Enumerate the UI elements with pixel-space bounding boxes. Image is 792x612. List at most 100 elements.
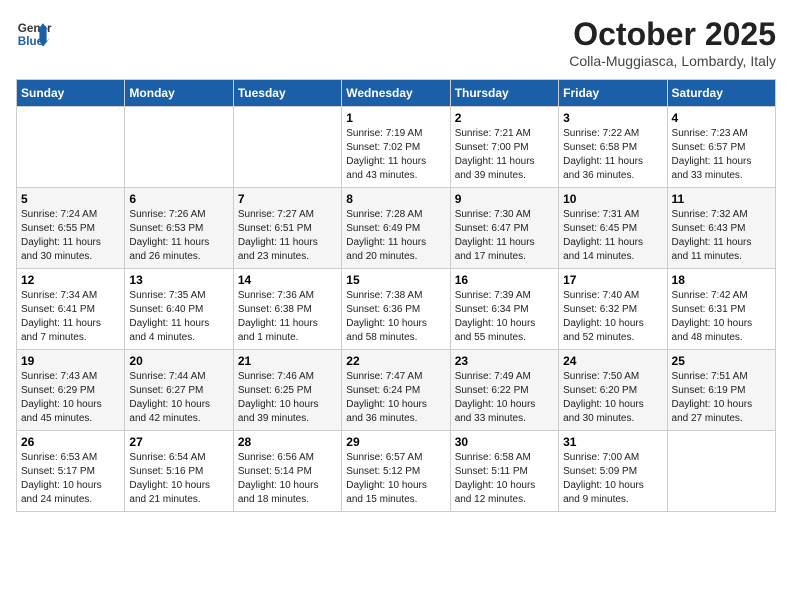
day-info: Sunrise: 7:22 AM Sunset: 6:58 PM Dayligh…	[563, 127, 662, 183]
day-number: 6	[129, 192, 228, 206]
day-info: Sunrise: 7:28 AM Sunset: 6:49 PM Dayligh…	[346, 208, 445, 264]
day-number: 15	[346, 273, 445, 287]
calendar-cell: 20 Sunrise: 7:44 AM Sunset: 6:27 PM Dayli…	[125, 350, 233, 431]
day-number: 22	[346, 354, 445, 368]
weekday-header-cell: Thursday	[450, 80, 558, 107]
day-info: Sunrise: 7:27 AM Sunset: 6:51 PM Dayligh…	[238, 208, 337, 264]
day-info: Sunrise: 7:21 AM Sunset: 7:00 PM Dayligh…	[455, 127, 554, 183]
day-number: 20	[129, 354, 228, 368]
calendar-cell: 26Sunrise: 6:53 AM Sunset: 5:17 PM Dayli…	[17, 431, 125, 512]
calendar-cell	[17, 107, 125, 188]
calendar-table: SundayMondayTuesdayWednesdayThursdayFrid…	[16, 79, 776, 512]
day-info: Sunrise: 7:00 AM Sunset: 5:09 PM Dayligh…	[563, 451, 662, 507]
location: Colla-Muggiasca, Lombardy, Italy	[569, 53, 776, 69]
day-info: Sunrise: 7:36 AM Sunset: 6:38 PM Dayligh…	[238, 289, 337, 345]
calendar-cell: 3Sunrise: 7:22 AM Sunset: 6:58 PM Daylig…	[559, 107, 667, 188]
day-info: Sunrise: 7:24 AM Sunset: 6:55 PM Dayligh…	[21, 208, 120, 264]
day-number: 1	[346, 111, 445, 125]
weekday-header-cell: Tuesday	[233, 80, 341, 107]
weekday-header-row: SundayMondayTuesdayWednesdayThursdayFrid…	[17, 80, 776, 107]
weekday-header-cell: Wednesday	[342, 80, 450, 107]
calendar-cell: 31 Sunrise: 7:00 AM Sunset: 5:09 PM Dayli…	[559, 431, 667, 512]
day-info: Sunrise: 7:34 AM Sunset: 6:41 PM Dayligh…	[21, 289, 120, 345]
day-info: Sunrise: 7:43 AM Sunset: 6:29 PM Dayligh…	[21, 370, 120, 426]
day-info: Sunrise: 7:19 AM Sunset: 7:02 PM Dayligh…	[346, 127, 445, 183]
calendar-cell: 28 Sunrise: 6:56 AM Sunset: 5:14 PM Dayli…	[233, 431, 341, 512]
day-info: Sunrise: 7:32 AM Sunset: 6:43 PM Dayligh…	[672, 208, 771, 264]
calendar-cell: 21 Sunrise: 7:46 AM Sunset: 6:25 PM Dayli…	[233, 350, 341, 431]
calendar-cell: 29 Sunrise: 6:57 AM Sunset: 5:12 PM Dayli…	[342, 431, 450, 512]
day-number: 24	[563, 354, 662, 368]
day-number: 7	[238, 192, 337, 206]
day-info: Sunrise: 6:57 AM Sunset: 5:12 PM Dayligh…	[346, 451, 445, 507]
day-number: 19	[21, 354, 120, 368]
calendar-cell: 7 Sunrise: 7:27 AM Sunset: 6:51 PM Daylig…	[233, 188, 341, 269]
day-number: 30	[455, 435, 554, 449]
day-info: Sunrise: 7:42 AM Sunset: 6:31 PM Dayligh…	[672, 289, 771, 345]
day-number: 4	[672, 111, 771, 125]
day-number: 11	[672, 192, 771, 206]
page-header: General Blue October 2025 Colla-Muggiasc…	[16, 16, 776, 69]
day-info: Sunrise: 7:46 AM Sunset: 6:25 PM Dayligh…	[238, 370, 337, 426]
weekday-header-cell: Sunday	[17, 80, 125, 107]
calendar-cell: 2Sunrise: 7:21 AM Sunset: 7:00 PM Daylig…	[450, 107, 558, 188]
calendar-body: 1 Sunrise: 7:19 AM Sunset: 7:02 PM Daylig…	[17, 107, 776, 512]
day-info: Sunrise: 7:38 AM Sunset: 6:36 PM Dayligh…	[346, 289, 445, 345]
day-info: Sunrise: 7:30 AM Sunset: 6:47 PM Dayligh…	[455, 208, 554, 264]
calendar-cell: 10 Sunrise: 7:31 AM Sunset: 6:45 PM Dayli…	[559, 188, 667, 269]
calendar-cell	[233, 107, 341, 188]
calendar-cell: 23 Sunrise: 7:49 AM Sunset: 6:22 PM Dayli…	[450, 350, 558, 431]
day-number: 12	[21, 273, 120, 287]
day-number: 31	[563, 435, 662, 449]
day-info: Sunrise: 6:56 AM Sunset: 5:14 PM Dayligh…	[238, 451, 337, 507]
calendar-cell	[667, 431, 775, 512]
day-number: 25	[672, 354, 771, 368]
day-number: 26	[21, 435, 120, 449]
day-info: Sunrise: 7:39 AM Sunset: 6:34 PM Dayligh…	[455, 289, 554, 345]
calendar-cell: 5 Sunrise: 7:24 AM Sunset: 6:55 PM Daylig…	[17, 188, 125, 269]
day-info: Sunrise: 7:44 AM Sunset: 6:27 PM Dayligh…	[129, 370, 228, 426]
calendar-cell: 18Sunrise: 7:42 AM Sunset: 6:31 PM Dayli…	[667, 269, 775, 350]
day-number: 28	[238, 435, 337, 449]
calendar-cell: 8 Sunrise: 7:28 AM Sunset: 6:49 PM Daylig…	[342, 188, 450, 269]
day-number: 5	[21, 192, 120, 206]
day-number: 21	[238, 354, 337, 368]
calendar-cell: 11 Sunrise: 7:32 AM Sunset: 6:43 PM Dayli…	[667, 188, 775, 269]
day-info: Sunrise: 7:40 AM Sunset: 6:32 PM Dayligh…	[563, 289, 662, 345]
calendar-cell: 9Sunrise: 7:30 AM Sunset: 6:47 PM Daylig…	[450, 188, 558, 269]
day-number: 8	[346, 192, 445, 206]
day-number: 27	[129, 435, 228, 449]
day-number: 14	[238, 273, 337, 287]
day-number: 10	[563, 192, 662, 206]
calendar-cell: 12 Sunrise: 7:34 AM Sunset: 6:41 PM Dayli…	[17, 269, 125, 350]
calendar-cell	[125, 107, 233, 188]
day-info: Sunrise: 7:31 AM Sunset: 6:45 PM Dayligh…	[563, 208, 662, 264]
calendar-cell: 14 Sunrise: 7:36 AM Sunset: 6:38 PM Dayli…	[233, 269, 341, 350]
calendar-week-row: 19 Sunrise: 7:43 AM Sunset: 6:29 PM Dayli…	[17, 350, 776, 431]
day-info: Sunrise: 7:26 AM Sunset: 6:53 PM Dayligh…	[129, 208, 228, 264]
day-info: Sunrise: 7:47 AM Sunset: 6:24 PM Dayligh…	[346, 370, 445, 426]
day-number: 29	[346, 435, 445, 449]
calendar-cell: 24 Sunrise: 7:50 AM Sunset: 6:20 PM Dayli…	[559, 350, 667, 431]
calendar-cell: 17 Sunrise: 7:40 AM Sunset: 6:32 PM Dayli…	[559, 269, 667, 350]
weekday-header-cell: Friday	[559, 80, 667, 107]
calendar-cell: 19 Sunrise: 7:43 AM Sunset: 6:29 PM Dayli…	[17, 350, 125, 431]
day-number: 16	[455, 273, 554, 287]
weekday-header-cell: Monday	[125, 80, 233, 107]
weekday-header-cell: Saturday	[667, 80, 775, 107]
day-info: Sunrise: 7:23 AM Sunset: 6:57 PM Dayligh…	[672, 127, 771, 183]
day-number: 23	[455, 354, 554, 368]
calendar-week-row: 26Sunrise: 6:53 AM Sunset: 5:17 PM Dayli…	[17, 431, 776, 512]
day-info: Sunrise: 7:50 AM Sunset: 6:20 PM Dayligh…	[563, 370, 662, 426]
calendar-cell: 22 Sunrise: 7:47 AM Sunset: 6:24 PM Dayli…	[342, 350, 450, 431]
calendar-week-row: 1 Sunrise: 7:19 AM Sunset: 7:02 PM Daylig…	[17, 107, 776, 188]
calendar-cell: 27Sunrise: 6:54 AM Sunset: 5:16 PM Dayli…	[125, 431, 233, 512]
day-info: Sunrise: 7:49 AM Sunset: 6:22 PM Dayligh…	[455, 370, 554, 426]
calendar-cell: 4 Sunrise: 7:23 AM Sunset: 6:57 PM Daylig…	[667, 107, 775, 188]
calendar-cell: 16 Sunrise: 7:39 AM Sunset: 6:34 PM Dayli…	[450, 269, 558, 350]
day-info: Sunrise: 7:51 AM Sunset: 6:19 PM Dayligh…	[672, 370, 771, 426]
day-number: 17	[563, 273, 662, 287]
calendar-cell: 25 Sunrise: 7:51 AM Sunset: 6:19 PM Dayli…	[667, 350, 775, 431]
title-block: October 2025 Colla-Muggiasca, Lombardy, …	[569, 16, 776, 69]
calendar-cell: 13Sunrise: 7:35 AM Sunset: 6:40 PM Dayli…	[125, 269, 233, 350]
